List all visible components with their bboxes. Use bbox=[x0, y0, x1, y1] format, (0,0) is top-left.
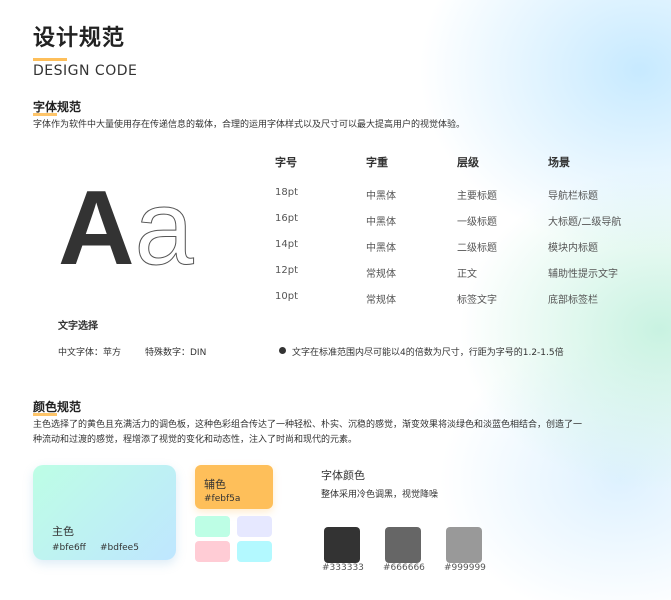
aux-color-hex: #febf5a bbox=[204, 494, 241, 504]
num-font-label: 特殊数字：DIN bbox=[145, 348, 207, 358]
title-accent-line bbox=[33, 58, 67, 61]
table-cell: 中黑体 bbox=[366, 217, 396, 228]
cn-font-label: 中文字体：苹方 bbox=[58, 348, 122, 358]
table-cell: 辅助性提示文字 bbox=[548, 269, 618, 280]
font-color-hex: #999999 bbox=[444, 563, 486, 573]
font-color-desc: 整体采用冷色调黑，视觉降噪 bbox=[321, 490, 439, 500]
color-section-header: 颜色规范 bbox=[33, 396, 82, 416]
bullet-dot-icon bbox=[279, 347, 286, 354]
font-color-hex: #333333 bbox=[322, 563, 364, 573]
typography-title: 字体规范 bbox=[33, 100, 82, 116]
main-color-label: 主色 bbox=[52, 525, 74, 538]
color-description: 主色选择了的黄色且充满活力的调色板，这种色彩组合传达了一种轻松、朴实、沉稳的感觉… bbox=[33, 418, 663, 448]
color-description-line: 主色选择了的黄色且充满活力的调色板，这种色彩组合传达了一种轻松、朴实、沉稳的感觉… bbox=[33, 420, 583, 430]
table-cell: 二级标题 bbox=[457, 243, 497, 254]
mini-swatch bbox=[237, 516, 272, 537]
typography-description: 字体作为软件中大量使用存在传递信息的载体，合理的运用字体样式以及尺寸可以最大提高… bbox=[33, 120, 466, 130]
table-cell: 底部标签栏 bbox=[548, 295, 598, 306]
main-color-card: 主色 #bfe6ff #bdfee5 bbox=[33, 465, 176, 560]
table-cell: 12pt bbox=[275, 265, 298, 276]
table-cell: 标签文字 bbox=[457, 295, 497, 306]
main-color-hex2: #bdfee5 bbox=[100, 543, 139, 553]
mini-swatch bbox=[195, 541, 230, 562]
font-choice-title: 文字选择 bbox=[58, 321, 98, 332]
section-underline bbox=[33, 113, 57, 116]
typography-section-header: 字体规范 bbox=[33, 96, 82, 116]
page-subtitle: DESIGN CODE bbox=[33, 63, 138, 79]
size-note: 文字在标准范围内尽可能以4的倍数为尺寸，行距为字号的1.2-1.5倍 bbox=[292, 348, 564, 358]
color-title: 颜色规范 bbox=[33, 400, 82, 416]
col-header-level: 层级 bbox=[457, 156, 479, 169]
table-cell: 常规体 bbox=[366, 295, 396, 306]
table-cell: 主要标题 bbox=[457, 191, 497, 202]
table-cell: 中黑体 bbox=[366, 191, 396, 202]
table-cell: 一级标题 bbox=[457, 217, 497, 228]
section-underline bbox=[33, 413, 57, 416]
mini-swatch bbox=[237, 541, 272, 562]
mini-swatch bbox=[195, 516, 230, 537]
table-cell: 16pt bbox=[275, 213, 298, 224]
font-color-swatch bbox=[446, 527, 482, 563]
table-cell: 导航栏标题 bbox=[548, 191, 598, 202]
font-sample-lower: a bbox=[134, 169, 194, 288]
aux-color-card: 辅色 #febf5a bbox=[195, 465, 273, 509]
table-cell: 中黑体 bbox=[366, 243, 396, 254]
main-color-hex1: #bfe6ff bbox=[52, 543, 86, 553]
font-sample-upper: A bbox=[58, 169, 135, 287]
table-cell: 10pt bbox=[275, 291, 298, 302]
font-color-swatch bbox=[324, 527, 360, 563]
color-description-line: 种流动和过渡的感觉，程增添了视觉的变化和动态性，注入了时尚和现代的元素。 bbox=[33, 435, 358, 445]
col-header-weight: 字重 bbox=[366, 156, 388, 169]
font-sample: Aa bbox=[58, 168, 194, 288]
col-header-scene: 场景 bbox=[548, 156, 570, 169]
aux-color-label: 辅色 bbox=[204, 478, 226, 491]
table-cell: 正文 bbox=[457, 269, 477, 280]
table-cell: 模块内标题 bbox=[548, 243, 598, 254]
font-color-title: 字体颜色 bbox=[321, 469, 365, 482]
table-cell: 大标题/二级导航 bbox=[548, 217, 622, 228]
table-cell: 18pt bbox=[275, 187, 298, 198]
page-title: 设计规范 bbox=[33, 26, 126, 51]
table-cell: 14pt bbox=[275, 239, 298, 250]
table-cell: 常规体 bbox=[366, 269, 396, 280]
font-color-swatch bbox=[385, 527, 421, 563]
col-header-size: 字号 bbox=[275, 156, 297, 169]
font-color-hex: #666666 bbox=[383, 563, 425, 573]
